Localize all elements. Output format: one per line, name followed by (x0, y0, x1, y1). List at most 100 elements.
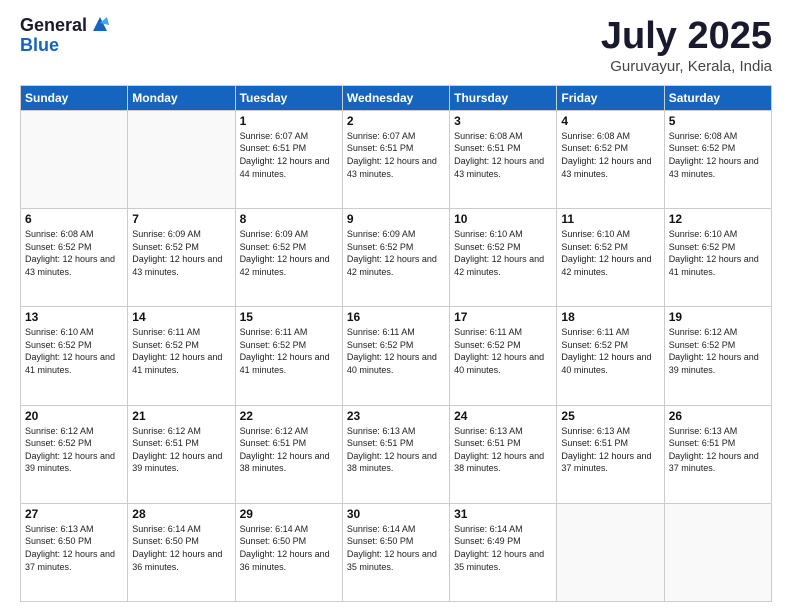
day-number: 2 (347, 114, 445, 128)
day-number: 31 (454, 507, 552, 521)
calendar-cell: 28Sunrise: 6:14 AMSunset: 6:50 PMDayligh… (128, 503, 235, 601)
calendar-cell (664, 503, 771, 601)
day-info: Sunrise: 6:11 AMSunset: 6:52 PMDaylight:… (132, 326, 230, 376)
day-number: 17 (454, 310, 552, 324)
weekday-header-row: SundayMondayTuesdayWednesdayThursdayFrid… (21, 85, 772, 110)
calendar-cell: 19 Sunrise: 6:12 AMSunset: 6:52 PMDayligh… (664, 307, 771, 405)
day-number: 16 (347, 310, 445, 324)
day-info: Sunrise: 6:08 AMSunset: 6:51 PMDaylight:… (454, 130, 552, 180)
weekday-header-wednesday: Wednesday (342, 85, 449, 110)
calendar-cell: 8 Sunrise: 6:09 AMSunset: 6:52 PMDaylight… (235, 209, 342, 307)
day-info: Sunrise: 6:13 AMSunset: 6:51 PMDaylight:… (454, 425, 552, 475)
logo-blue-text: Blue (20, 36, 111, 56)
calendar-cell (21, 110, 128, 208)
logo-icon (89, 13, 111, 35)
day-info: Sunrise: 6:12 AMSunset: 6:52 PMDaylight:… (25, 425, 123, 475)
calendar-cell: 16 Sunrise: 6:11 AMSunset: 6:52 PMDayligh… (342, 307, 449, 405)
day-number: 3 (454, 114, 552, 128)
title-block: July 2025 Guruvayur, Kerala, India (601, 16, 772, 75)
day-info: Sunrise: 6:11 AMSunset: 6:52 PMDaylight:… (561, 326, 659, 376)
day-info: Sunrise: 6:09 AMSunset: 6:52 PMDaylight:… (240, 228, 338, 278)
weekday-header-saturday: Saturday (664, 85, 771, 110)
calendar-cell: 11 Sunrise: 6:10 AMSunset: 6:52 PMDayligh… (557, 209, 664, 307)
day-number: 26 (669, 409, 767, 423)
calendar-cell: 22 Sunrise: 6:12 AMSunset: 6:51 PMDayligh… (235, 405, 342, 503)
day-info: Sunrise: 6:12 AMSunset: 6:51 PMDaylight:… (132, 425, 230, 475)
day-number: 14 (132, 310, 230, 324)
calendar-cell: 12 Sunrise: 6:10 AMSunset: 6:52 PMDayligh… (664, 209, 771, 307)
day-info: Sunrise: 6:14 AMSunset: 6:50 PMDaylight:… (240, 523, 338, 573)
day-info: Sunrise: 6:11 AMSunset: 6:52 PMDaylight:… (347, 326, 445, 376)
day-number: 18 (561, 310, 659, 324)
weekday-header-sunday: Sunday (21, 85, 128, 110)
day-number: 12 (669, 212, 767, 226)
day-info: Sunrise: 6:13 AMSunset: 6:51 PMDaylight:… (669, 425, 767, 475)
day-info: Sunrise: 6:10 AMSunset: 6:52 PMDaylight:… (669, 228, 767, 278)
calendar-cell: 3 Sunrise: 6:08 AMSunset: 6:51 PMDaylight… (450, 110, 557, 208)
week-row-1: 1 Sunrise: 6:07 AMSunset: 6:51 PMDaylight… (21, 110, 772, 208)
calendar-cell: 26 Sunrise: 6:13 AMSunset: 6:51 PMDayligh… (664, 405, 771, 503)
day-info: Sunrise: 6:07 AMSunset: 6:51 PMDaylight:… (347, 130, 445, 180)
day-info: Sunrise: 6:12 AMSunset: 6:51 PMDaylight:… (240, 425, 338, 475)
day-number: 9 (347, 212, 445, 226)
week-row-2: 6Sunrise: 6:08 AMSunset: 6:52 PMDaylight… (21, 209, 772, 307)
day-number: 8 (240, 212, 338, 226)
calendar-cell: 17Sunrise: 6:11 AMSunset: 6:52 PMDayligh… (450, 307, 557, 405)
day-info: Sunrise: 6:12 AMSunset: 6:52 PMDaylight:… (669, 326, 767, 376)
page: General Blue July 2025 Guruvayur, Kerala… (0, 0, 792, 612)
day-info: Sunrise: 6:10 AMSunset: 6:52 PMDaylight:… (25, 326, 123, 376)
week-row-3: 13Sunrise: 6:10 AMSunset: 6:52 PMDayligh… (21, 307, 772, 405)
day-info: Sunrise: 6:08 AMSunset: 6:52 PMDaylight:… (669, 130, 767, 180)
day-info: Sunrise: 6:13 AMSunset: 6:51 PMDaylight:… (347, 425, 445, 475)
weekday-header-thursday: Thursday (450, 85, 557, 110)
day-number: 27 (25, 507, 123, 521)
day-info: Sunrise: 6:13 AMSunset: 6:50 PMDaylight:… (25, 523, 123, 573)
calendar-cell: 5 Sunrise: 6:08 AMSunset: 6:52 PMDaylight… (664, 110, 771, 208)
calendar-cell (128, 110, 235, 208)
day-number: 21 (132, 409, 230, 423)
day-info: Sunrise: 6:14 AMSunset: 6:50 PMDaylight:… (347, 523, 445, 573)
calendar-cell (557, 503, 664, 601)
calendar-cell: 15Sunrise: 6:11 AMSunset: 6:52 PMDayligh… (235, 307, 342, 405)
day-info: Sunrise: 6:10 AMSunset: 6:52 PMDaylight:… (561, 228, 659, 278)
location-subtitle: Guruvayur, Kerala, India (601, 58, 772, 75)
calendar-cell: 29 Sunrise: 6:14 AMSunset: 6:50 PMDayligh… (235, 503, 342, 601)
calendar-cell: 6Sunrise: 6:08 AMSunset: 6:52 PMDaylight… (21, 209, 128, 307)
day-number: 5 (669, 114, 767, 128)
day-number: 6 (25, 212, 123, 226)
day-info: Sunrise: 6:07 AMSunset: 6:51 PMDaylight:… (240, 130, 338, 180)
calendar-cell: 20Sunrise: 6:12 AMSunset: 6:52 PMDayligh… (21, 405, 128, 503)
day-info: Sunrise: 6:14 AMSunset: 6:50 PMDaylight:… (132, 523, 230, 573)
day-info: Sunrise: 6:09 AMSunset: 6:52 PMDaylight:… (347, 228, 445, 278)
calendar-cell: 13Sunrise: 6:10 AMSunset: 6:52 PMDayligh… (21, 307, 128, 405)
day-info: Sunrise: 6:10 AMSunset: 6:52 PMDaylight:… (454, 228, 552, 278)
day-info: Sunrise: 6:08 AMSunset: 6:52 PMDaylight:… (561, 130, 659, 180)
day-number: 23 (347, 409, 445, 423)
calendar-cell: 14 Sunrise: 6:11 AMSunset: 6:52 PMDayligh… (128, 307, 235, 405)
calendar-cell: 23 Sunrise: 6:13 AMSunset: 6:51 PMDayligh… (342, 405, 449, 503)
calendar-cell: 25Sunrise: 6:13 AMSunset: 6:51 PMDayligh… (557, 405, 664, 503)
calendar-cell: 1 Sunrise: 6:07 AMSunset: 6:51 PMDaylight… (235, 110, 342, 208)
day-number: 30 (347, 507, 445, 521)
calendar-cell: 4 Sunrise: 6:08 AMSunset: 6:52 PMDaylight… (557, 110, 664, 208)
calendar-cell: 10 Sunrise: 6:10 AMSunset: 6:52 PMDayligh… (450, 209, 557, 307)
day-number: 10 (454, 212, 552, 226)
day-number: 4 (561, 114, 659, 128)
day-info: Sunrise: 6:11 AMSunset: 6:52 PMDaylight:… (240, 326, 338, 376)
calendar-cell: 2 Sunrise: 6:07 AMSunset: 6:51 PMDaylight… (342, 110, 449, 208)
calendar-cell: 30 Sunrise: 6:14 AMSunset: 6:50 PMDayligh… (342, 503, 449, 601)
day-number: 1 (240, 114, 338, 128)
day-number: 11 (561, 212, 659, 226)
calendar-cell: 7Sunrise: 6:09 AMSunset: 6:52 PMDaylight… (128, 209, 235, 307)
day-number: 29 (240, 507, 338, 521)
day-number: 19 (669, 310, 767, 324)
weekday-header-friday: Friday (557, 85, 664, 110)
day-info: Sunrise: 6:13 AMSunset: 6:51 PMDaylight:… (561, 425, 659, 475)
calendar-cell: 9 Sunrise: 6:09 AMSunset: 6:52 PMDaylight… (342, 209, 449, 307)
weekday-header-monday: Monday (128, 85, 235, 110)
day-number: 22 (240, 409, 338, 423)
calendar-cell: 18 Sunrise: 6:11 AMSunset: 6:52 PMDayligh… (557, 307, 664, 405)
day-info: Sunrise: 6:09 AMSunset: 6:52 PMDaylight:… (132, 228, 230, 278)
calendar-cell: 31Sunrise: 6:14 AMSunset: 6:49 PMDayligh… (450, 503, 557, 601)
calendar-cell: 21 Sunrise: 6:12 AMSunset: 6:51 PMDayligh… (128, 405, 235, 503)
